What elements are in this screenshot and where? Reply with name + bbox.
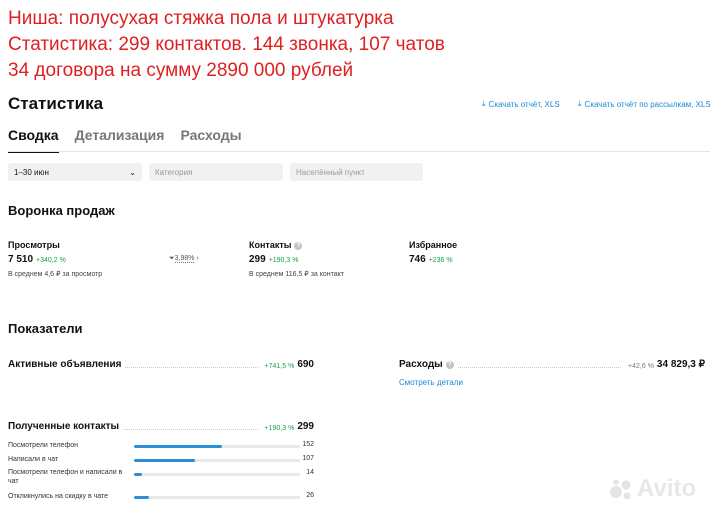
views-note: В среднем 4,6 ₽ за просмотр	[8, 271, 103, 278]
tab-expenses[interactable]: Расходы	[180, 127, 241, 153]
caption-line-3: 34 договора на сумму 2890 000 рублей	[8, 60, 354, 81]
breakdown-label: Откликнулись на скидку в чате	[8, 493, 109, 500]
expenses-delta: +42,6 %	[628, 363, 654, 370]
download-icon: ⤓	[578, 99, 582, 108]
views-label: Просмотры	[8, 240, 60, 250]
breakdown-label: Написали в чат	[8, 456, 59, 463]
metrics-title: Показатели	[8, 321, 83, 336]
dotted-leader	[123, 429, 258, 430]
expenses-row: Расходы? +42,6 % 34 829,3 ₽	[399, 359, 705, 370]
tab-summary[interactable]: Сводка	[8, 127, 59, 153]
expenses-value: 34 829,3 ₽	[656, 359, 705, 370]
dotted-leader	[125, 367, 258, 368]
avito-watermark: Avito	[608, 475, 696, 503]
breakdown-bar	[134, 496, 149, 499]
caption: Ниша: полусухая стяжка пола и штукатурка…	[8, 6, 445, 84]
active-ads-value: 690	[297, 359, 314, 370]
views-value: 7 510 +340,2 %	[8, 254, 66, 265]
breakdown-bar	[134, 473, 143, 476]
tabs-divider	[8, 151, 710, 152]
contacts-value: 299 +190,3 %	[249, 254, 299, 265]
caption-line-1: Ниша: полусухая стяжка пола и штукатурка	[8, 8, 394, 29]
chevron-down-icon: ⌄	[129, 167, 136, 177]
funnel-title: Воронка продаж	[8, 203, 115, 218]
contacts-label: Контакты?	[249, 240, 303, 250]
expenses-details-link[interactable]: Смотреть детали	[399, 378, 463, 387]
active-ads-delta: +741,5 %	[264, 363, 295, 370]
conversion-badge[interactable]: ⏷3,98% ›	[169, 255, 199, 263]
contacts-breakdown: Посмотрели телефон 152 Написали в чат 10…	[8, 440, 314, 512]
favorites-value: 746 +236 %	[409, 254, 453, 265]
active-ads-label: Активные объявления	[8, 359, 122, 370]
breakdown-bar	[134, 459, 196, 462]
breakdown-value: 152	[302, 441, 314, 448]
expenses-label: Расходы?	[399, 359, 454, 370]
received-contacts-delta: +190,3 %	[264, 425, 295, 432]
breakdown-bar-track	[134, 445, 300, 448]
funnel-icon: ⏷	[169, 255, 175, 262]
contacts-note: В среднем 116,5 ₽ за контакт	[249, 271, 345, 278]
watermark-text: Avito	[637, 475, 697, 502]
help-icon[interactable]: ?	[445, 361, 454, 369]
page-title: Статистика	[8, 94, 104, 113]
tab-bar: Сводка Детализация Расходы	[8, 127, 242, 153]
download-report-link[interactable]: ⤓ Скачать отчёт, XLS	[482, 99, 560, 109]
city-input[interactable]: Населённый пункт	[290, 163, 423, 181]
breakdown-value: 26	[306, 492, 314, 499]
received-contacts-label: Полученные контакты	[8, 421, 120, 432]
breakdown-bar	[134, 445, 222, 448]
received-contacts-value: 299	[297, 421, 314, 432]
help-icon[interactable]: ?	[294, 242, 303, 250]
favorites-delta: +236 %	[428, 257, 453, 264]
download-icon: ⤓	[482, 99, 486, 108]
dotted-leader	[457, 367, 622, 368]
favorites-label: Избранное	[409, 240, 458, 250]
download-mailing-report-link[interactable]: ⤓ Скачать отчёт по рассылкам, XLS	[578, 99, 711, 109]
contacts-delta: +190,3 %	[268, 257, 299, 264]
active-ads-row: Активные объявления +741,5 % 690	[8, 359, 314, 370]
breakdown-bar-track	[134, 496, 300, 499]
views-delta: +340,2 %	[36, 257, 66, 264]
breakdown-label: Посмотрели телефон	[8, 442, 78, 449]
breakdown-bar-track	[134, 459, 300, 462]
breakdown-bar-track	[134, 473, 300, 476]
breakdown-label: Посмотрели телефон и написали в чат	[8, 469, 123, 485]
breakdown-value: 14	[306, 469, 314, 476]
category-input[interactable]: Категория	[149, 163, 283, 181]
avito-logo-icon	[610, 479, 631, 500]
breakdown-value: 107	[302, 455, 314, 462]
period-select[interactable]: 1–30 июн ⌄	[8, 163, 142, 181]
received-contacts-row: Полученные контакты +190,3 % 299	[8, 421, 314, 432]
caption-line-2: Статистика: 299 контактов. 144 звонка, 1…	[8, 34, 445, 55]
tab-details[interactable]: Детализация	[75, 127, 165, 153]
